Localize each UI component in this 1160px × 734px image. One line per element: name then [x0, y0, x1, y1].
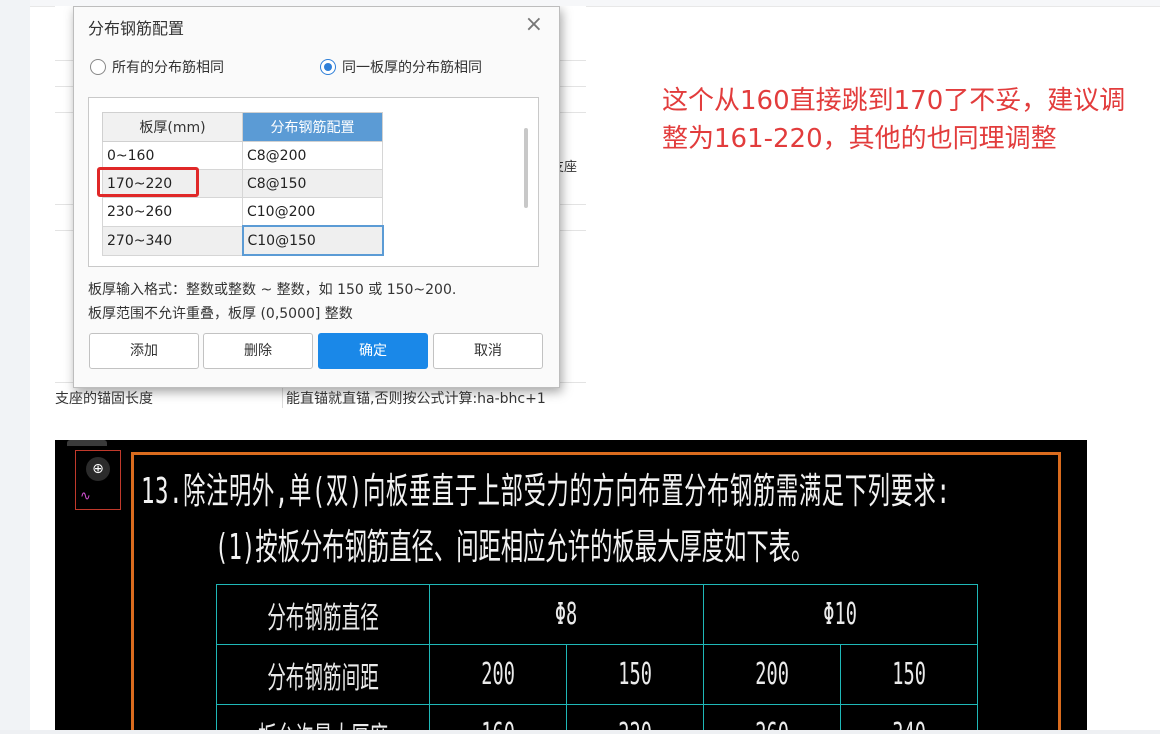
cancel-button[interactable]: 取消 [433, 333, 543, 369]
cad-cell: 150 [840, 644, 978, 705]
grid-cell-thickness[interactable]: 230~260 [102, 197, 243, 227]
cad-row-label: 分布钢筋直径 [216, 584, 430, 645]
radio-all-same-label: 所有的分布筋相同 [112, 60, 224, 76]
format-hint: 板厚输入格式：整数或整数 ~ 整数，如 150 或 150~200. [88, 282, 457, 298]
settings-screenshot: 支座 分布钢筋配置 × 所有的分布筋相同 同一板厚的分布筋相同 板厚(mm) 分… [55, 6, 586, 408]
grid-header-thickness: 板厚(mm) [102, 112, 243, 142]
ok-button[interactable]: 确定 [318, 333, 428, 369]
distribution-rebar-dialog: 分布钢筋配置 × 所有的分布筋相同 同一板厚的分布筋相同 板厚(mm) 分布钢筋… [73, 6, 560, 388]
grid-scrollbar[interactable] [524, 128, 528, 208]
cad-cell: 200 [429, 644, 567, 705]
anchorage-label: 支座的锚固长度 [55, 391, 153, 407]
radio-on-icon [320, 59, 336, 75]
table-row[interactable]: 0~160 C8@200 [102, 141, 383, 170]
cad-tab [67, 440, 107, 446]
radio-same-thickness[interactable]: 同一板厚的分布筋相同 [320, 57, 482, 77]
close-icon[interactable]: × [525, 12, 543, 37]
page-left-gutter [0, 0, 30, 734]
cad-row-label: 分布钢筋间距 [216, 644, 430, 705]
add-button[interactable]: 添加 [89, 333, 199, 369]
dialog-title: 分布钢筋配置 [88, 19, 185, 38]
cad-note-line2: (1)按板分布钢筋直径、间距相应允许的板最大厚度如下表。 [215, 527, 814, 568]
grid-header-config: 分布钢筋配置 [242, 112, 383, 142]
axis-icon: ∿ [80, 489, 91, 504]
radio-off-icon [90, 59, 106, 75]
cad-viewport-icon[interactable]: ⊕ ∿ [75, 450, 121, 510]
page-bottom-edge [0, 730, 1160, 734]
grid-cell-config-selected[interactable]: C10@150 [241, 225, 384, 256]
range-hint: 板厚范围不允许重叠，板厚 (0,5000] 整数 [88, 306, 353, 322]
cad-drawing-screenshot: ⊕ ∿ 13.除注明外,单(双)向板垂直于上部受力的方向布置分布钢筋需满足下列要… [55, 440, 1087, 734]
highlight-box [97, 167, 199, 197]
cad-header-phi10: Φ10 [703, 584, 978, 645]
grid-cell-thickness[interactable]: 0~160 [102, 141, 243, 170]
cad-cell: 200 [703, 644, 841, 705]
grid-cell-config[interactable]: C10@200 [242, 197, 383, 227]
anchorage-value: 能直锚就直锚,否则按公式计算:ha-bhc+1 [286, 391, 546, 407]
cad-cell: 150 [566, 644, 704, 705]
radio-all-same[interactable]: 所有的分布筋相同 [90, 57, 224, 77]
radio-same-thickness-label: 同一板厚的分布筋相同 [342, 60, 482, 76]
delete-button[interactable]: 删除 [203, 333, 313, 369]
cad-header-phi8: Φ8 [429, 584, 704, 645]
review-annotation: 这个从160直接跳到170了不妥，建议调整为161-220，其他的也同理调整 [662, 86, 1126, 154]
viewcube-icon: ⊕ [86, 457, 110, 481]
table-row[interactable]: 270~340 C10@150 [102, 225, 384, 256]
grid-cell-thickness[interactable]: 270~340 [102, 225, 243, 256]
grid-cell-config[interactable]: C8@200 [242, 141, 383, 170]
table-row[interactable]: 230~260 C10@200 [102, 197, 383, 227]
cad-note-line1: 13.除注明外,单(双)向板垂直于上部受力的方向布置分布钢筋需满足下列要求: [141, 471, 951, 512]
cad-thickness-table: 分布钢筋直径 Φ8 Φ10 分布钢筋间距 200 150 200 150 板允许… [216, 584, 978, 734]
grid-cell-config[interactable]: C8@150 [242, 169, 383, 198]
